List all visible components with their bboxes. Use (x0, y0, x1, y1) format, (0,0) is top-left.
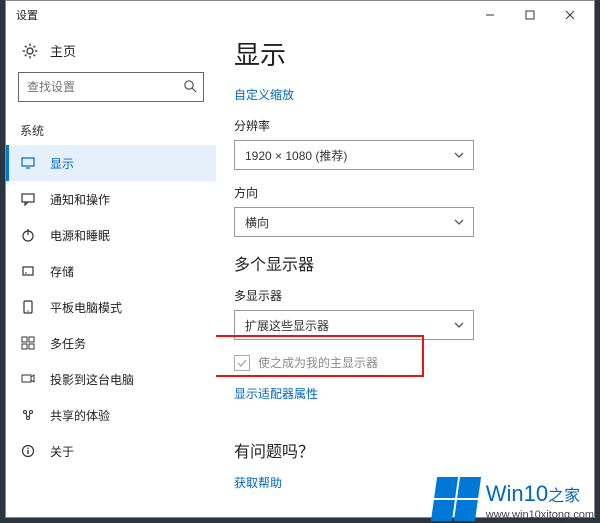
nav-label: 投影到这台电脑 (50, 371, 134, 388)
multi-display-value: 扩展这些显示器 (245, 317, 329, 334)
watermark-url: www.win10xitong.com (486, 509, 594, 521)
resolution-combo[interactable]: 1920 × 1080 (推荐) (234, 140, 474, 170)
multi-display-label: 多显示器 (234, 287, 574, 304)
storage-icon (20, 264, 36, 278)
nav-item-notifications[interactable]: 通知和操作 (6, 181, 216, 217)
nav-list: 显示 通知和操作 电源和睡眠 存储 平板电脑模式 (6, 145, 216, 469)
multi-display-combo[interactable]: 扩展这些显示器 (234, 310, 474, 340)
search-box[interactable] (18, 72, 204, 102)
orientation-combo[interactable]: 横向 (234, 207, 474, 237)
help-heading: 有问题吗？ (234, 438, 574, 462)
nav-label: 通知和操作 (50, 191, 110, 208)
nav-label: 多任务 (50, 335, 86, 352)
nav-label: 共享的体验 (50, 407, 110, 424)
nav-item-power[interactable]: 电源和睡眠 (6, 217, 216, 253)
home-label: 主页 (50, 41, 76, 60)
multitask-icon (20, 336, 36, 350)
nav-item-multitask[interactable]: 多任务 (6, 325, 216, 361)
maximize-button[interactable] (510, 1, 550, 29)
orientation-label: 方向 (234, 184, 574, 201)
window-title: 设置 (16, 7, 38, 23)
nav-label: 电源和睡眠 (50, 227, 110, 244)
settings-window: 设置 主页 系统 (5, 0, 595, 518)
watermark: Win10之家 www.win10xitong.com (434, 477, 594, 521)
home-link[interactable]: 主页 (18, 35, 204, 72)
nav-label: 关于 (50, 443, 74, 460)
orientation-value: 横向 (245, 214, 269, 231)
chevron-down-icon (453, 149, 465, 161)
multi-monitor-heading: 多个显示器 (234, 251, 574, 275)
nav-item-storage[interactable]: 存储 (6, 253, 216, 289)
get-help-link[interactable]: 获取帮助 (234, 474, 282, 491)
gear-icon (22, 43, 38, 59)
nav-label: 存储 (50, 263, 74, 280)
main-panel: 显示 自定义缩放 分辨率 1920 × 1080 (推荐) 方向 横向 多个显示… (216, 29, 594, 517)
primary-display-checkbox: 使之成为我的主显示器 (234, 354, 574, 371)
chevron-down-icon (453, 216, 465, 228)
close-button[interactable] (550, 1, 590, 29)
nav-label: 显示 (50, 155, 74, 172)
search-icon (183, 79, 197, 93)
search-input[interactable] (27, 80, 175, 94)
nav-item-about[interactable]: 关于 (6, 433, 216, 469)
power-icon (20, 228, 36, 242)
title-bar: 设置 (6, 1, 594, 29)
minimize-button[interactable] (470, 1, 510, 29)
resolution-value: 1920 × 1080 (推荐) (245, 147, 347, 164)
shared-icon (20, 408, 36, 422)
watermark-brand: Win10 (486, 481, 548, 506)
sidebar: 主页 系统 显示 通知和操作 电源 (6, 29, 216, 517)
monitor-icon (20, 156, 36, 170)
windows-logo-icon (431, 477, 481, 521)
nav-item-tablet[interactable]: 平板电脑模式 (6, 289, 216, 325)
nav-item-display[interactable]: 显示 (6, 145, 216, 181)
project-icon (20, 372, 36, 386)
section-label: 系统 (20, 122, 204, 139)
page-title: 显示 (234, 35, 574, 72)
checkbox-icon (234, 355, 250, 371)
chevron-down-icon (453, 319, 465, 331)
nav-label: 平板电脑模式 (50, 299, 122, 316)
resolution-label: 分辨率 (234, 117, 574, 134)
message-icon (20, 192, 36, 206)
tablet-icon (20, 300, 36, 314)
custom-scaling-link[interactable]: 自定义缩放 (234, 86, 294, 103)
watermark-suffix: 之家 (548, 488, 580, 505)
display-adapter-link[interactable]: 显示适配器属性 (234, 385, 318, 402)
primary-display-label: 使之成为我的主显示器 (258, 354, 378, 371)
nav-item-projecting[interactable]: 投影到这台电脑 (6, 361, 216, 397)
nav-item-shared[interactable]: 共享的体验 (6, 397, 216, 433)
info-icon (20, 444, 36, 458)
content-area: 主页 系统 显示 通知和操作 电源 (6, 29, 594, 517)
